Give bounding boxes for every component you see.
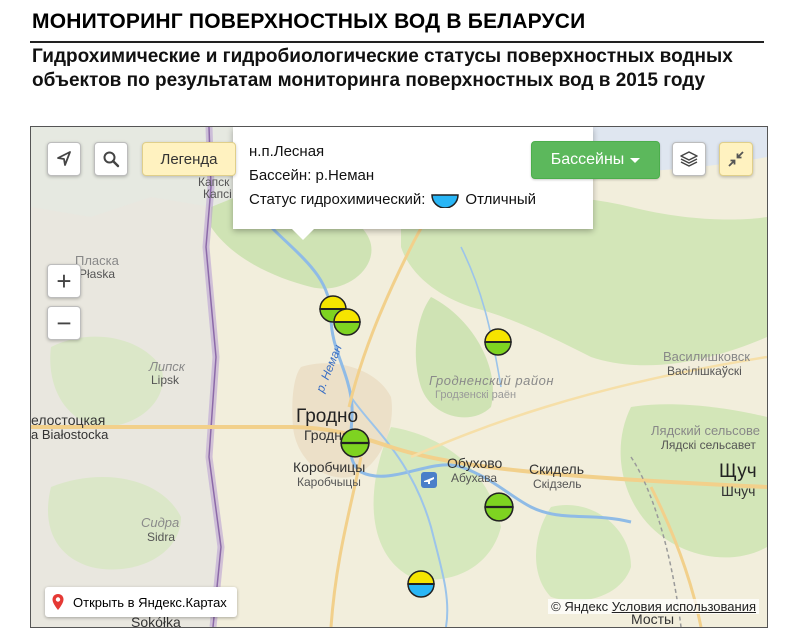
place-label-obukhovo: Обухово — [447, 455, 503, 471]
zoom-out-icon: − — [56, 307, 72, 338]
place-label-lipsk-pl: Lipsk — [151, 373, 180, 387]
zoom-out-button[interactable]: − — [47, 306, 81, 340]
layers-button[interactable] — [672, 142, 706, 176]
place-label-plaska-pl: Płaska — [79, 267, 116, 281]
page-subtitle: Гидрохимические и гидробиологические ста… — [32, 46, 733, 91]
airport-icon — [421, 472, 437, 488]
place-label-kapsk2: Капсі — [203, 187, 232, 201]
navigation-arrow-icon — [57, 151, 71, 166]
district-label-lyadsky-be: Лядскі сельсавет — [661, 438, 756, 452]
place-label-skidel: Скидель — [529, 461, 585, 477]
title-divider — [30, 41, 764, 43]
district-label-lyadsky: Лядский сельсове — [651, 423, 761, 438]
place-label-skidel-be: Скідзель — [533, 477, 582, 491]
zoom-in-button[interactable]: + — [47, 264, 81, 298]
monitoring-point-3[interactable] — [483, 327, 513, 357]
place-label-obukhovo-be: Абухава — [451, 471, 498, 485]
district-label-vasilishki-be: Васілішкаўскі — [667, 364, 742, 378]
place-label-plaska: Пласка — [75, 253, 119, 268]
locate-button[interactable] — [47, 142, 81, 176]
map-container[interactable]: Капск Капсі Пласка Płaska Липск Lipsk ел… — [30, 126, 768, 628]
popup-status-value: Отличный — [465, 191, 537, 208]
place-label-sidra: Сидра — [141, 515, 180, 530]
open-in-yandex-label: Открыть в Яндекс.Картах — [73, 594, 227, 610]
basins-label: Бассейны — [550, 151, 625, 168]
layers-icon — [680, 151, 698, 167]
place-label-korobchitsy: Коробчицы — [293, 459, 366, 475]
status-excellent-icon — [431, 193, 460, 208]
place-label-shchuchin: Щуч — [719, 461, 757, 482]
legend-button[interactable]: Легенда — [142, 142, 236, 176]
popup-pointer — [291, 228, 315, 240]
monitoring-point-4[interactable] — [339, 427, 371, 459]
popup-status-label: Статус гидрохимический: — [249, 191, 426, 208]
search-icon — [103, 151, 120, 168]
district-label-grodno: Гродненский район — [429, 373, 554, 388]
popup-basin: Бассейн: р.Неман — [249, 167, 375, 184]
place-label-korobchitsy-be: Каробчыцы — [297, 475, 361, 489]
page-title: МОНИТОРИНГ ПОВЕРХНОСТНЫХ ВОД В БЕЛАРУСИ — [32, 10, 586, 33]
district-label-grodno-be: Гродзенскі раён — [435, 389, 517, 401]
map-pin-icon — [52, 594, 64, 610]
zoom-in-icon: + — [56, 265, 72, 296]
place-label-sidra-pl: Sidra — [147, 530, 176, 544]
place-label-lipsk: Липск — [149, 359, 185, 374]
place-label-bialystok: елостоцкая — [31, 412, 106, 428]
place-label-bialystok-pl: a Białostocka — [31, 427, 109, 442]
place-label-shchuchin-be: Шчуч — [721, 483, 756, 499]
fullscreen-button[interactable] — [719, 142, 753, 176]
monitoring-point-5[interactable] — [483, 491, 515, 523]
map-attribution: © Яндекс Условия использования — [548, 599, 759, 614]
monitoring-point-6[interactable] — [406, 569, 436, 599]
monitoring-point-2[interactable] — [332, 307, 362, 337]
copyright-text: © Яндекс — [551, 599, 609, 614]
fullscreen-collapse-icon — [728, 151, 744, 167]
popup-place: н.п.Лесная — [249, 143, 325, 160]
popup-status-row: Статус гидрохимический: Отличный — [249, 191, 536, 208]
open-in-yandex-maps-link[interactable]: Открыть в Яндекс.Картах — [45, 587, 237, 617]
search-button[interactable] — [94, 142, 128, 176]
place-label-grodno: Гродно — [296, 406, 359, 427]
chevron-down-icon — [630, 157, 641, 163]
terms-of-use-link[interactable]: Условия использования — [612, 599, 756, 614]
district-label-vasilishki: Василишковск — [663, 349, 750, 364]
basins-dropdown-button[interactable]: Бассейны — [531, 141, 660, 179]
